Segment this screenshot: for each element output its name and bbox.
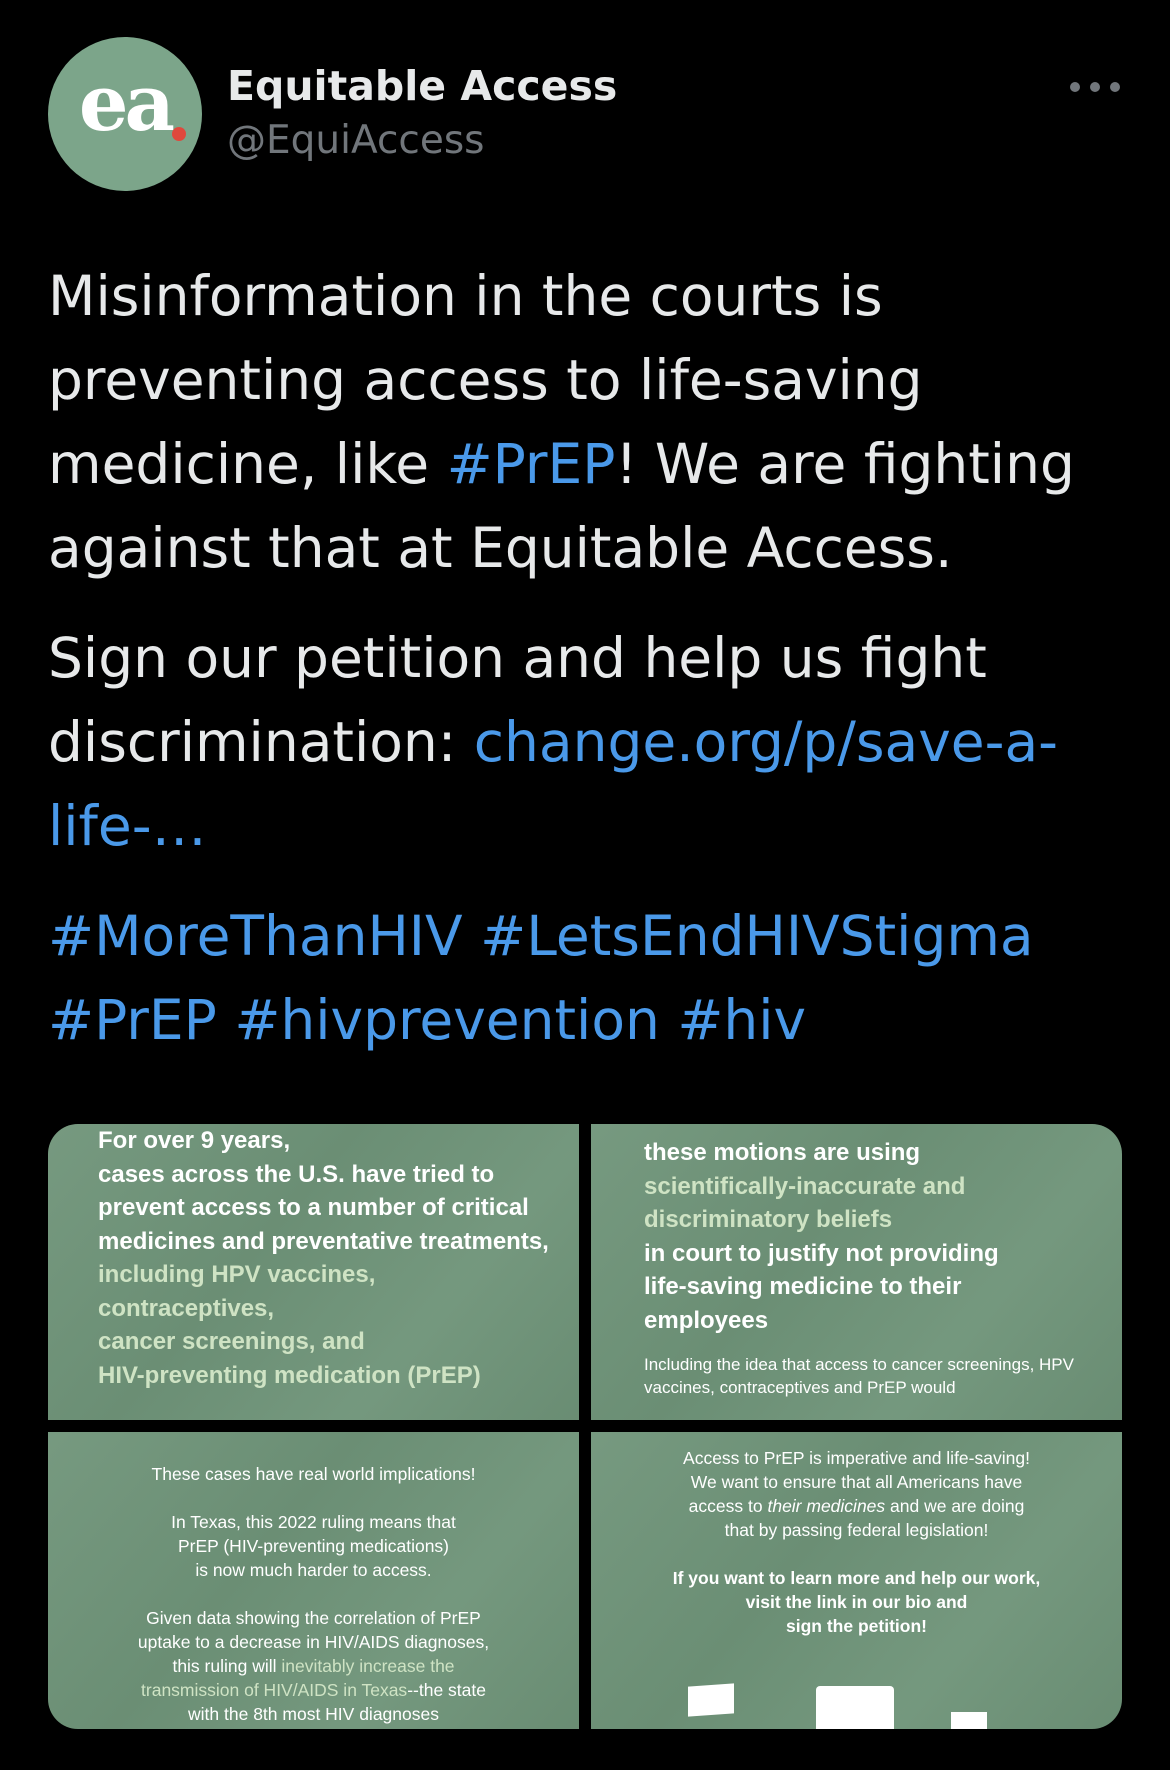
image-text-line: this ruling will inevitably increase the (48, 1654, 579, 1678)
author-handle[interactable]: @EquiAccess (227, 118, 484, 164)
image-text-line: scientifically-inaccurate and (644, 1172, 966, 1200)
more-dot-3 (1110, 82, 1120, 92)
image-text-line: sign the petition! (786, 1616, 927, 1636)
image-3-text: These cases have real world implications… (48, 1462, 579, 1726)
image-text-line: These cases have real world implications… (151, 1464, 476, 1484)
media-image-2[interactable]: these motions are using scientifically-i… (591, 1124, 1122, 1420)
media-image-1[interactable]: For over 9 years, cases across the U.S. … (48, 1124, 579, 1420)
avatar-logo-dot (172, 127, 186, 141)
image-text-line: In Texas, this 2022 ruling means that (171, 1512, 456, 1532)
tweet-hashtags: #MoreThanHIV #LetsEndHIVStigma #PrEP #hi… (48, 894, 1138, 1062)
image-text-line: access to their medicines and we are doi… (591, 1494, 1122, 1518)
image-text-line: discriminatory beliefs (644, 1206, 893, 1233)
more-dot-2 (1090, 82, 1100, 92)
image-text-line: employees (644, 1306, 769, 1334)
flag-illustration (951, 1712, 987, 1729)
image-text-line: Access to PrEP is imperative and life-sa… (683, 1448, 1030, 1468)
image-text-line: We want to ensure that all Americans hav… (690, 1472, 1023, 1492)
image-text-line: HIV-preventing medication (PrEP) (98, 1361, 481, 1389)
tweet-paragraph-1: Misinformation in the courts is preventi… (48, 254, 1138, 590)
media-image-3[interactable]: These cases have real world implications… (48, 1432, 579, 1729)
image-text-line: including HPV vaccines, (98, 1261, 376, 1288)
author-display-name[interactable]: Equitable Access (227, 62, 617, 110)
image-4-text: Access to PrEP is imperative and life-sa… (591, 1446, 1122, 1638)
image-text-line: For over 9 years, (98, 1127, 291, 1154)
more-dot-1 (1070, 82, 1080, 92)
text-segment: this ruling will (172, 1656, 282, 1676)
image-text-line: that by passing federal legislation! (724, 1520, 989, 1540)
media-grid: For over 9 years, cases across the U.S. … (48, 1124, 1122, 1729)
hashtag-link-prep[interactable]: #PrEP (447, 432, 616, 496)
hashtag-link[interactable]: #LetsEndHIVStigma (480, 904, 1034, 968)
flag-illustration (816, 1686, 894, 1729)
hashtag-link[interactable]: #hiv (677, 988, 806, 1052)
image-text-line: If you want to learn more and help our w… (672, 1568, 1041, 1588)
text-segment: access to (688, 1496, 768, 1516)
image-text-line: Given data showing the correlation of Pr… (146, 1608, 481, 1628)
tweet-paragraph-2: Sign our petition and help us fight disc… (48, 616, 1138, 868)
media-image-4[interactable]: Access to PrEP is imperative and life-sa… (591, 1432, 1122, 1729)
image-text-line: with the 8th most HIV diagnoses (188, 1704, 439, 1724)
text-segment: and we are doing (885, 1496, 1025, 1516)
image-text-line: visit the link in our bio and (745, 1592, 968, 1612)
hashtag-link[interactable]: #MoreThanHIV (48, 904, 463, 968)
image-text-line: contraceptives, (98, 1294, 275, 1322)
text-segment: inevitably increase the (281, 1656, 455, 1676)
image-text-line: cases across the U.S. have tried to prev… (98, 1160, 549, 1255)
image-2-text: these motions are using scientifically-i… (644, 1136, 1104, 1337)
more-options-icon[interactable] (1070, 70, 1120, 104)
text-segment: their medicines (767, 1496, 886, 1516)
image-text-line: PrEP (HIV-preventing medications) (177, 1536, 450, 1556)
image-text-line: these motions are using (644, 1139, 921, 1166)
text-segment: transmission of HIV/AIDS in Texas (141, 1680, 408, 1700)
author-avatar[interactable]: ea (48, 37, 202, 191)
image-text-line: uptake to a decrease in HIV/AIDS diagnos… (137, 1632, 490, 1652)
image-text-line: in court to justify not providing (644, 1239, 999, 1267)
image-text-line: transmission of HIV/AIDS in Texas--the s… (48, 1678, 579, 1702)
hashtag-link[interactable]: #hivprevention (234, 988, 660, 1052)
text-segment: --the state (407, 1680, 486, 1700)
tweet-text: Misinformation in the courts is preventi… (48, 254, 1138, 1088)
image-1-text: For over 9 years, cases across the U.S. … (98, 1124, 558, 1392)
image-text-line: life-saving medicine to their (644, 1273, 962, 1300)
image-2-small-text: Including the idea that access to cancer… (644, 1355, 1074, 1397)
hashtag-link[interactable]: #PrEP (48, 988, 217, 1052)
image-text-line: is now much harder to access. (195, 1560, 432, 1580)
flag-illustration (688, 1683, 734, 1717)
image-text-line: cancer screenings, and (98, 1328, 365, 1355)
